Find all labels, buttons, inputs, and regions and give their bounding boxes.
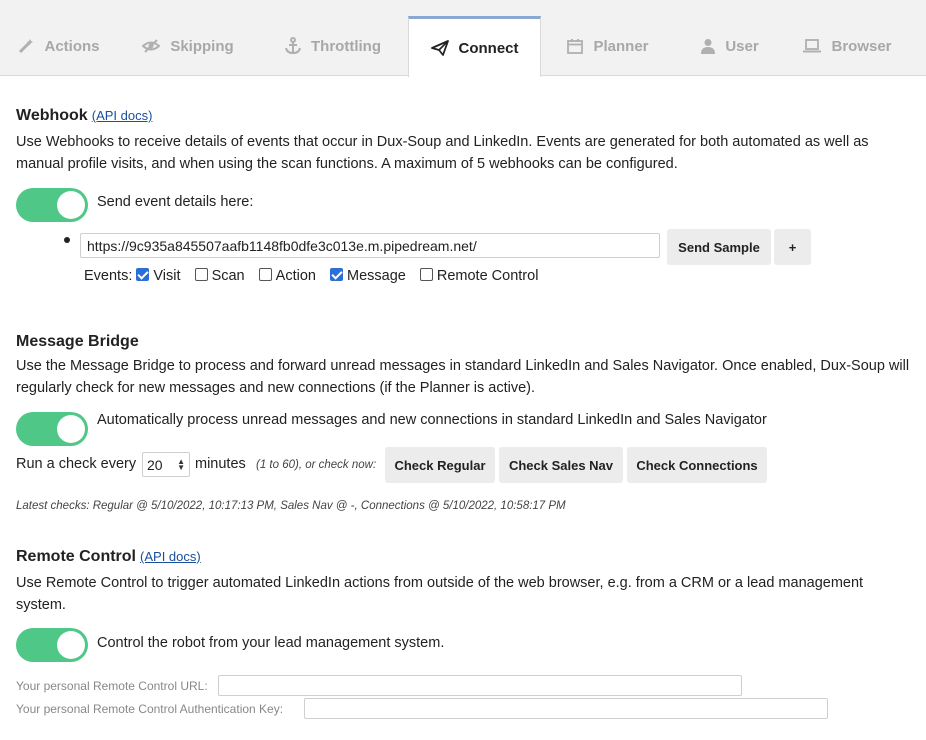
event-label: Visit [153, 268, 181, 284]
check-connections-button[interactable]: Check Connections [627, 447, 767, 483]
api-docs-link[interactable]: (API docs) [92, 108, 153, 123]
checkbox[interactable] [258, 268, 272, 281]
checkbox[interactable] [194, 268, 208, 281]
event-label: Remote Control [436, 268, 539, 284]
anchor-icon [285, 37, 301, 55]
tab-skipping[interactable]: Skipping [118, 16, 258, 76]
interval-value: 20 [147, 456, 163, 473]
check-sales-nav-button[interactable]: Check Sales Nav [499, 447, 623, 483]
toggle-knob [57, 631, 85, 659]
tab-connect[interactable]: Connect [408, 16, 541, 77]
webhook-url-input[interactable]: https://9c935a845507aafb1148fb0dfe3c013e… [80, 233, 660, 258]
webhook-description: Use Webhooks to receive details of event… [16, 134, 869, 172]
stepper-arrows-icon[interactable]: ▲ ▼ [177, 457, 185, 471]
webhook-heading: Webhook (API docs) [16, 107, 152, 125]
tab-label: Skipping [170, 37, 234, 55]
calendar-icon [567, 38, 584, 54]
user-icon [701, 38, 716, 54]
latest-checks: Latest checks: Regular @ 5/10/2022, 10:1… [16, 500, 566, 512]
tab-browser[interactable]: Browser [785, 16, 910, 76]
checkbox[interactable] [330, 268, 343, 281]
event-label: Action [275, 268, 316, 284]
remote-control-description: Use Remote Control to trigger automated … [16, 575, 864, 613]
remote-key-field[interactable] [304, 698, 828, 719]
tab-label: Browser [831, 37, 892, 55]
tab-label: Planner [593, 37, 649, 55]
run-check-prefix: Run a check every [16, 456, 137, 472]
message-bridge-title: Message Bridge [16, 333, 139, 350]
section-title: Webhook [16, 107, 88, 124]
section-title: Remote Control [16, 548, 136, 565]
remote-url-field[interactable] [218, 675, 742, 696]
webhook-toggle-label: Send event details here: [97, 194, 254, 210]
event-label: Scan [211, 268, 245, 284]
tab-planner[interactable]: Planner [541, 16, 675, 76]
events-label: Events: [84, 268, 133, 284]
range-note: (1 to 60), or check now: [256, 459, 377, 471]
remote-url-label: Your personal Remote Control URL: [16, 679, 208, 693]
event-visit-checkbox[interactable]: Visit [136, 268, 181, 284]
tab-label: Throttling [311, 37, 381, 55]
event-message-checkbox[interactable]: Message [330, 268, 406, 284]
checkbox[interactable] [419, 268, 433, 281]
event-action-checkbox[interactable]: Action [258, 268, 316, 284]
check-regular-button[interactable]: Check Regular [385, 447, 495, 483]
remote-control-toggle-label: Control the robot from your lead managem… [97, 635, 445, 651]
tab-label: Actions [44, 37, 100, 55]
magic-wand-icon [18, 38, 34, 54]
remote-control-heading: Remote Control (API docs) [16, 548, 201, 566]
tab-throttling[interactable]: Throttling [258, 16, 408, 76]
remote-control-toggle[interactable] [16, 628, 88, 662]
message-bridge-description: Use the Message Bridge to process and fo… [16, 358, 910, 396]
toggle-knob [57, 415, 85, 443]
events-row: Events: Visit Scan Action Message Remote… [84, 268, 548, 284]
interval-stepper[interactable]: 20 ▲ ▼ [142, 452, 190, 477]
event-label: Message [347, 268, 406, 284]
event-remote-control-checkbox[interactable]: Remote Control [419, 268, 539, 284]
add-webhook-button[interactable]: + [774, 229, 811, 265]
api-docs-link[interactable]: (API docs) [140, 549, 201, 564]
checkbox[interactable] [136, 268, 150, 281]
tab-user[interactable]: User [675, 16, 785, 76]
tab-label: Connect [458, 39, 519, 57]
eye-slash-icon [142, 38, 161, 54]
tab-label: User [725, 37, 759, 55]
minutes-label: minutes [195, 456, 246, 472]
paper-plane-icon [430, 40, 449, 56]
message-bridge-toggle-label: Automatically process unread messages an… [97, 412, 767, 428]
list-bullet [64, 237, 70, 243]
toggle-knob [57, 191, 85, 219]
send-sample-button[interactable]: Send Sample [667, 229, 771, 265]
tab-bar: Actions Skipping Throttling Connect Plan… [0, 0, 926, 77]
event-scan-checkbox[interactable]: Scan [194, 268, 245, 284]
webhook-toggle[interactable] [16, 188, 88, 222]
laptop-icon [803, 39, 822, 53]
message-bridge-toggle[interactable] [16, 412, 88, 446]
tab-actions[interactable]: Actions [0, 16, 118, 76]
remote-key-label: Your personal Remote Control Authenticat… [16, 702, 284, 716]
